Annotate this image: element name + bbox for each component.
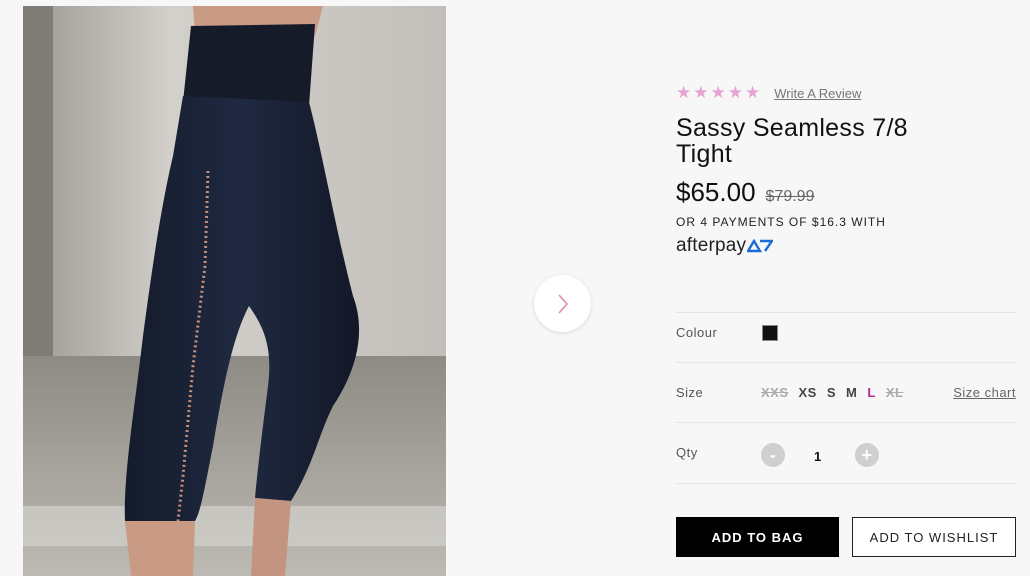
chevron-right-icon — [557, 293, 568, 314]
size-option-xs[interactable]: XS — [799, 385, 817, 400]
afterpay-wordmark: afterpay — [676, 235, 747, 256]
qty-increase-button[interactable]: + — [855, 443, 879, 467]
afterpay-arrows-icon — [747, 239, 774, 253]
carousel-next-button[interactable] — [534, 275, 591, 332]
product-info: ★★★★★ Write A Review Sassy Seamless 7/8 … — [676, 84, 1016, 257]
size-options: XXS XS S M L XL — [761, 385, 903, 400]
colour-row: Colour — [676, 312, 1016, 363]
original-price: $79.99 — [765, 188, 815, 205]
product-title: Sassy Seamless 7/8 Tight — [676, 114, 908, 168]
add-to-wishlist-button[interactable]: ADD TO WISHLIST — [852, 517, 1016, 557]
size-option-s[interactable]: S — [827, 385, 836, 400]
price-row: $65.00 $79.99 — [676, 177, 1016, 208]
size-row: Size XXS XS S M L XL Size chart — [676, 362, 1016, 423]
afterpay-installments-text: OR 4 PAYMENTS OF $16.3 WITH — [676, 215, 886, 229]
product-image — [23, 6, 446, 576]
write-review-link[interactable]: Write A Review — [774, 86, 861, 101]
afterpay-logo: afterpay — [676, 235, 1016, 257]
size-option-xxs[interactable]: XXS — [761, 385, 789, 400]
size-option-m[interactable]: M — [846, 385, 857, 400]
size-label: Size — [676, 385, 704, 400]
colour-swatch-black[interactable] — [762, 325, 778, 341]
qty-row: Qty - 1 + — [676, 422, 1016, 484]
qty-label: Qty — [676, 445, 698, 460]
size-option-l[interactable]: L — [867, 385, 875, 400]
current-price: $65.00 — [676, 177, 756, 207]
qty-decrease-button[interactable]: - — [761, 443, 785, 467]
star-rating-icon: ★★★★★ — [676, 83, 763, 102]
add-to-bag-button[interactable]: ADD TO BAG — [676, 517, 839, 557]
size-chart-link[interactable]: Size chart — [953, 385, 1016, 400]
leggings-photo — [23, 6, 446, 576]
qty-value[interactable]: 1 — [814, 449, 822, 464]
colour-label: Colour — [676, 325, 718, 340]
rating-row: ★★★★★ Write A Review — [676, 84, 1016, 102]
size-option-xl[interactable]: XL — [886, 385, 904, 400]
